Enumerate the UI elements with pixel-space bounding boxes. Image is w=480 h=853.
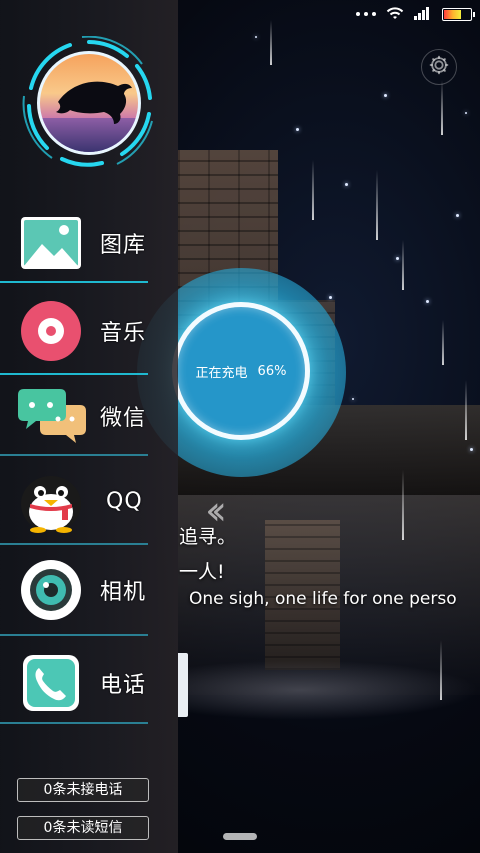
phone-icon xyxy=(20,652,82,714)
drawer-handle[interactable] xyxy=(178,653,188,717)
signal-bars-icon xyxy=(414,5,432,24)
wifi-icon xyxy=(386,5,404,24)
settings-button[interactable] xyxy=(421,49,457,85)
charging-status-text: 正在充电 xyxy=(195,365,248,381)
sidebar-item-label: QQ xyxy=(106,488,143,514)
sidebar-drawer: 图库 音乐 微信 QQ 相机 电话 0条未接电话 0条未读短信 xyxy=(0,0,178,853)
unread-sms-badge[interactable]: 0条未读短信 xyxy=(17,816,149,840)
charging-status: 正在充电 66% xyxy=(172,302,310,440)
sidebar-item-qq[interactable]: QQ xyxy=(0,456,178,546)
gear-icon xyxy=(428,54,450,80)
quote-line-3: One sigh, one life for one perso xyxy=(189,589,457,609)
gallery-icon xyxy=(20,212,82,274)
sidebar-item-wechat[interactable]: 微信 xyxy=(0,371,178,461)
missed-calls-badge[interactable]: 0条未接电话 xyxy=(17,778,149,802)
sidebar-item-phone[interactable]: 电话 xyxy=(0,638,178,728)
quote-line-1: 追寻。 xyxy=(179,526,237,548)
sidebar-item-label: 电话 xyxy=(100,673,147,698)
home-indicator[interactable] xyxy=(223,833,257,840)
battery-icon xyxy=(442,7,475,21)
sidebar-item-label: 微信 xyxy=(100,406,147,431)
sidebar-item-gallery[interactable]: 图库 xyxy=(0,198,178,288)
more-dots-icon xyxy=(356,12,376,16)
divider xyxy=(0,281,148,283)
charging-percent: 66% xyxy=(257,363,287,379)
sidebar-item-label: 相机 xyxy=(100,580,147,605)
status-bar xyxy=(180,0,480,28)
sidebar-item-music[interactable]: 音乐 xyxy=(0,286,178,376)
avatar xyxy=(37,51,141,155)
battery-level-fill xyxy=(444,9,462,19)
sidebar-item-camera[interactable]: 相机 xyxy=(0,545,178,635)
dolphin-icon xyxy=(56,81,132,124)
divider xyxy=(0,722,148,724)
sidebar-item-label: 图库 xyxy=(100,233,147,258)
qq-penguin-icon xyxy=(18,468,84,534)
sidebar-item-label: 音乐 xyxy=(100,321,147,346)
music-disc-icon xyxy=(20,300,82,362)
divider xyxy=(0,634,148,636)
wechat-icon xyxy=(16,385,88,447)
profile-avatar[interactable] xyxy=(22,36,156,170)
quote-line-2: 一人! xyxy=(179,561,225,583)
camera-icon xyxy=(20,559,82,621)
